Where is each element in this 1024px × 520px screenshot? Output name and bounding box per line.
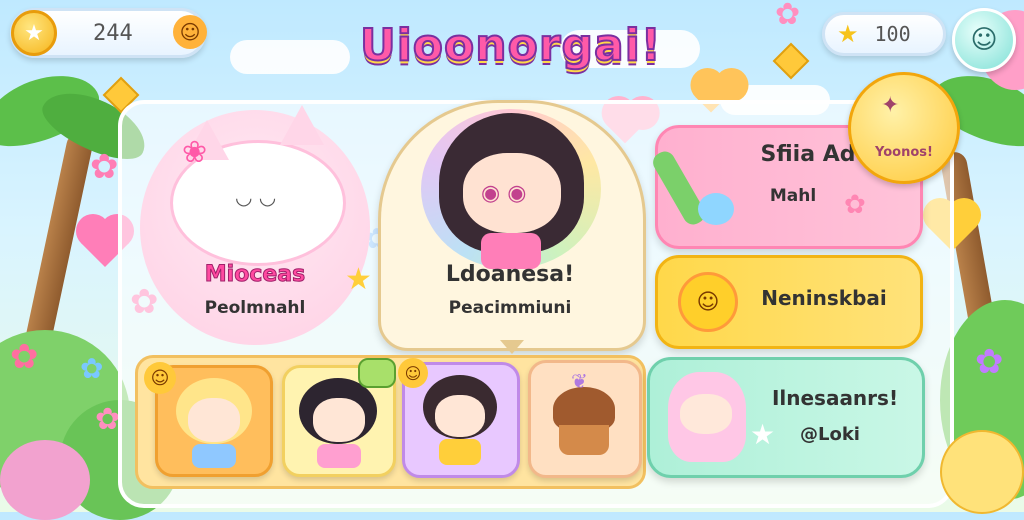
blonde-face xyxy=(188,398,240,442)
coin-count: 244 xyxy=(93,20,133,46)
star-counter[interactable]: ★ 100 xyxy=(822,12,946,56)
frog-badge-icon xyxy=(358,358,396,388)
featured-name: Mioceas xyxy=(204,262,306,288)
featured-name: Ldoanesa! xyxy=(445,262,575,287)
dark-face xyxy=(313,398,365,442)
catgirl-face xyxy=(435,395,485,437)
menu-card-friends[interactable]: ★ Ilnesaanrs! @Loki xyxy=(647,357,925,478)
feather-icon: ❦ xyxy=(571,369,588,393)
featured-subtitle: Peolmnahl xyxy=(204,298,306,318)
flower-icon: ✿ xyxy=(775,0,801,32)
bonus-badge[interactable]: ✦ Yoonos! xyxy=(848,72,960,184)
pink-blob xyxy=(0,440,90,520)
star-icon: ★ xyxy=(750,418,776,451)
star-icon: ★ xyxy=(837,20,859,48)
menu-subtitle: Mahl xyxy=(769,186,817,206)
menu-title: Neninskbai xyxy=(761,286,887,310)
flower-icon: ✿ xyxy=(80,352,104,385)
cat-ear xyxy=(280,105,324,145)
star-coin-icon: ★ xyxy=(11,10,57,56)
smiley-icon: ☺ xyxy=(398,358,428,388)
item-slot-cupcake[interactable]: ❦ xyxy=(528,360,642,478)
blonde-body xyxy=(192,444,236,468)
bow-icon: ❀ xyxy=(182,135,208,170)
game-title: Uioonorgai! xyxy=(359,19,662,72)
catgirl-body xyxy=(439,439,481,465)
menu-card-daily[interactable]: ☺ Neninskbai xyxy=(655,255,923,349)
flower-icon: ✿ xyxy=(90,147,119,187)
profile-button[interactable]: ☺ xyxy=(952,8,1016,72)
smiley-icon: ☺ xyxy=(173,15,207,49)
cloud xyxy=(230,40,350,74)
menu-subtitle: @Loki xyxy=(800,424,860,445)
gem-icon xyxy=(772,42,810,80)
sun-icon: ☺ xyxy=(678,272,738,332)
candy-icon: ✿ xyxy=(844,190,866,220)
speech-tail xyxy=(500,340,524,354)
gem-ball-icon xyxy=(698,193,734,225)
cat-eyes: ◡ ◡ xyxy=(235,185,277,209)
badge-label: Yoonos! xyxy=(875,145,933,160)
star-icon: ★ xyxy=(345,262,372,297)
featured-subtitle: Peacimmiuni xyxy=(448,298,572,318)
smiley-icon: ☺ xyxy=(144,362,176,394)
star-count: 100 xyxy=(874,22,911,46)
flower-icon: ✿ xyxy=(10,337,39,377)
girl-eyes: ◉ ◉ xyxy=(481,181,527,206)
menu-title: Ilnesaanrs! xyxy=(771,386,899,410)
dark-body xyxy=(317,444,361,468)
cat-face-icon: ☺ xyxy=(970,25,998,55)
flower-icon: ✿ xyxy=(975,342,1004,382)
cupcake-base xyxy=(559,425,609,455)
sparkle-icon: ✦ xyxy=(881,93,900,118)
flower-icon: ✿ xyxy=(95,402,121,437)
yellow-chick xyxy=(940,430,1024,514)
pink-girl-face xyxy=(680,394,732,434)
coin-counter[interactable]: ★ 244 ☺ xyxy=(10,8,207,58)
